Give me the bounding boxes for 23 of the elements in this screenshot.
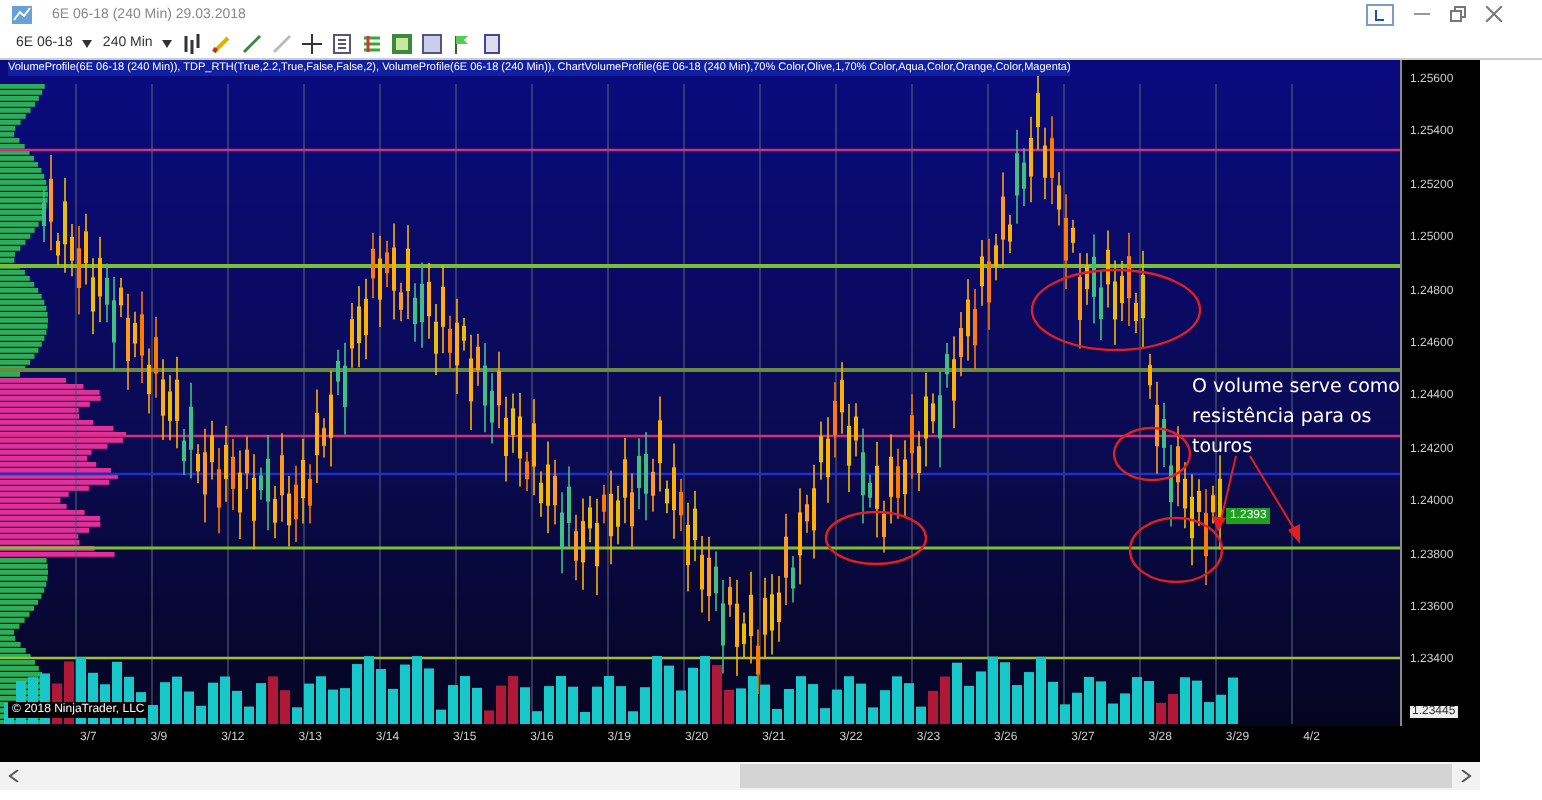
scrollbar-thumb[interactable] bbox=[740, 764, 1452, 788]
caret-icon bbox=[162, 39, 173, 47]
ellipse-annotation bbox=[1128, 516, 1224, 584]
pin-button[interactable] bbox=[1366, 3, 1394, 25]
annotation-text: O volume serve como resistência para os touros bbox=[1192, 374, 1400, 462]
list-icon[interactable] bbox=[332, 33, 353, 53]
window-icon[interactable] bbox=[422, 33, 443, 53]
bar-style-icon[interactable] bbox=[182, 33, 203, 53]
ellipse-annotation bbox=[1112, 426, 1192, 482]
pencil-icon[interactable] bbox=[212, 33, 233, 53]
scroll-right-icon[interactable] bbox=[1460, 770, 1472, 782]
restore-icon[interactable] bbox=[1450, 6, 1466, 22]
flag-icon[interactable] bbox=[452, 33, 473, 53]
line-tool-icon[interactable] bbox=[242, 33, 263, 53]
indicator-icon[interactable] bbox=[362, 33, 383, 53]
close-icon[interactable] bbox=[1486, 6, 1502, 22]
ellipse-annotation bbox=[824, 510, 928, 566]
document-icon[interactable] bbox=[482, 33, 503, 53]
grid-icon[interactable] bbox=[392, 33, 413, 53]
crosshair-icon[interactable] bbox=[302, 33, 323, 53]
scroll-left-icon[interactable] bbox=[8, 770, 20, 782]
chart-app-icon bbox=[12, 5, 32, 23]
caret-icon bbox=[82, 39, 93, 47]
